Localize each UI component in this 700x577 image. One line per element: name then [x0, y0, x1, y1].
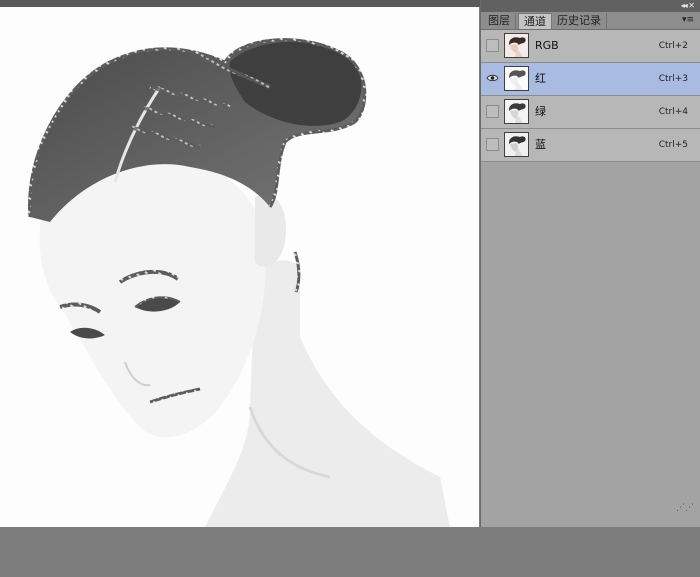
tab-channels[interactable]: 通道: [518, 13, 552, 29]
channel-row-blue[interactable]: 蓝 Ctrl+5: [481, 129, 700, 162]
visibility-toggle[interactable]: [486, 39, 499, 52]
channel-shortcut: Ctrl+2: [658, 41, 688, 51]
channel-row-green[interactable]: 绿 Ctrl+4: [481, 96, 700, 129]
resize-grip-icon[interactable]: ⋰⋰: [676, 503, 694, 513]
channel-name: 蓝: [535, 138, 546, 151]
tab-layers[interactable]: 图层: [483, 13, 516, 29]
panel-header: ◂◂ ✕: [481, 0, 700, 12]
channel-thumbnail: [504, 132, 529, 157]
visibility-toggle[interactable]: [486, 138, 499, 151]
channel-image: [0, 7, 479, 527]
channel-name: RGB: [535, 39, 559, 52]
channel-list: RGB Ctrl+2 红 Ctrl+3 绿 Ctrl+4 蓝 Ctrl+5: [481, 30, 700, 162]
visibility-toggle[interactable]: [486, 72, 499, 85]
channel-shortcut: Ctrl+3: [658, 74, 688, 84]
workspace-background: [0, 527, 700, 577]
document-canvas[interactable]: [0, 7, 479, 527]
channel-row-red[interactable]: 红 Ctrl+3: [481, 63, 700, 96]
channel-name: 绿: [535, 105, 546, 118]
panel-empty-area: ⋰⋰: [481, 164, 700, 517]
channel-name: 红: [535, 72, 546, 85]
channel-thumbnail: [504, 99, 529, 124]
tab-history[interactable]: 历史记录: [552, 13, 607, 29]
panel-tabbar: 图层 通道 历史记录 ▾≡: [481, 12, 700, 30]
channel-shortcut: Ctrl+4: [658, 107, 688, 117]
panel-menu-icon[interactable]: ▾≡: [682, 13, 694, 27]
visibility-toggle[interactable]: [486, 105, 499, 118]
eye-icon: [486, 74, 499, 82]
channels-panel: ◂◂ ✕ 图层 通道 历史记录 ▾≡ RGB Ctrl+2 红 Ctrl+3 绿…: [480, 0, 700, 527]
channel-thumbnail: [504, 66, 529, 91]
collapse-panel-icon[interactable]: ◂◂ ✕: [681, 0, 695, 12]
channel-row-rgb[interactable]: RGB Ctrl+2: [481, 30, 700, 63]
channel-thumbnail: [504, 33, 529, 58]
channel-shortcut: Ctrl+5: [658, 140, 688, 150]
